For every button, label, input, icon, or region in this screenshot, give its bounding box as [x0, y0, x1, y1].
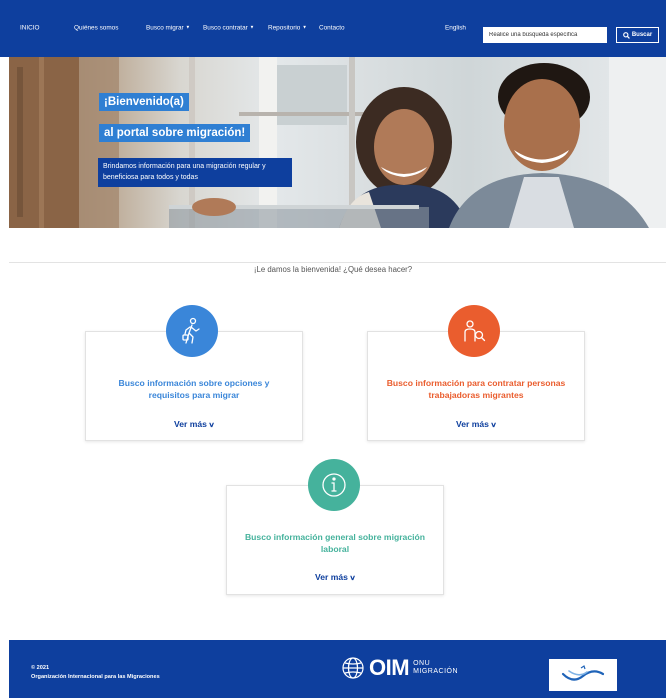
top-navbar: INICIO Quiénes somos Busco migrar ▼ Busco…	[0, 0, 666, 57]
ver-mas-label: Ver más	[455, 419, 489, 429]
oim-logo-sub2: MIGRACIÓN	[413, 668, 459, 675]
hero-title-line1: ¡Bienvenido(a)	[99, 93, 189, 111]
oim-logo[interactable]: OIM ONU MIGRACIÓN	[341, 656, 458, 680]
ver-mas-label: Ver más	[173, 419, 207, 429]
chevron-down-icon: ∨	[208, 422, 215, 429]
card-general-ver-mas-link[interactable]: Ver más∨	[227, 572, 443, 582]
partner-logo[interactable]	[549, 659, 617, 691]
oim-logo-text: OIM	[369, 655, 410, 680]
footer-org-name: Organización Internacional para las Migr…	[31, 674, 160, 680]
un-globe-icon	[342, 657, 364, 679]
language-switch-link[interactable]: English	[445, 25, 466, 32]
nav-busco-migrar-dropdown[interactable]: Busco migrar ▼	[146, 25, 190, 32]
section-divider	[9, 262, 666, 263]
welcome-question: ¡Le damos la bienvenida! ¿Qué desea hace…	[253, 265, 413, 274]
card-migrar-text: Busco información sobre opciones y requi…	[118, 378, 270, 400]
caret-down-icon: ▼	[185, 24, 191, 30]
nav-contacto-link[interactable]: Contacto	[319, 25, 345, 32]
search-button-label: Buscar	[631, 32, 653, 38]
nav-quienes-somos-link[interactable]: Quiénes somos	[74, 25, 118, 32]
search-icon	[622, 31, 630, 39]
chevron-down-icon: ∨	[490, 422, 497, 429]
search-button[interactable]: Buscar	[616, 27, 659, 43]
oim-logo-sub1: ONU	[413, 660, 431, 667]
card-general-text: Busco información general sobre migració…	[244, 532, 426, 554]
nav-home-link[interactable]: INICIO	[20, 25, 40, 32]
footer: © 2021 Organización Internacional para l…	[9, 640, 666, 698]
card-contratar-text: Busco información para contratar persona…	[386, 378, 566, 400]
hero-subtitle: Brindamos información para una migración…	[98, 158, 292, 187]
hero-title-line2: al portal sobre migración!	[99, 124, 251, 142]
search-input[interactable]	[483, 27, 607, 43]
ver-mas-label: Ver más	[314, 572, 348, 582]
oim-logo-subtext: ONU MIGRACIÓN	[413, 660, 458, 676]
hero-banner: ¡Bienvenido(a) al portal sobre migración…	[9, 57, 666, 228]
nav-busco-contratar-label: Busco contratar	[203, 24, 248, 32]
card-contratar-ver-mas-link[interactable]: Ver más∨	[368, 419, 584, 429]
footer-copyright: © 2021 Organización Internacional para l…	[31, 664, 160, 682]
chevron-down-icon: ∨	[349, 575, 356, 582]
caret-down-icon: ▼	[249, 24, 255, 30]
nav-busco-contratar-dropdown[interactable]: Busco contratar ▼	[203, 25, 254, 32]
nav-repositorio-label: Repositorio	[268, 24, 301, 32]
nav-repositorio-dropdown[interactable]: Repositorio ▼	[268, 25, 307, 32]
info-icon	[308, 459, 360, 511]
caret-down-icon: ▼	[302, 24, 307, 30]
nav-busco-migrar-label: Busco migrar	[146, 24, 184, 32]
card-migrar-ver-mas-link[interactable]: Ver más∨	[86, 419, 302, 429]
hero-photo	[9, 57, 666, 228]
walking-person-icon	[166, 305, 218, 357]
person-search-icon	[448, 305, 500, 357]
partner-logo-bird-icon	[561, 665, 605, 681]
footer-year: © 2021	[31, 665, 50, 671]
